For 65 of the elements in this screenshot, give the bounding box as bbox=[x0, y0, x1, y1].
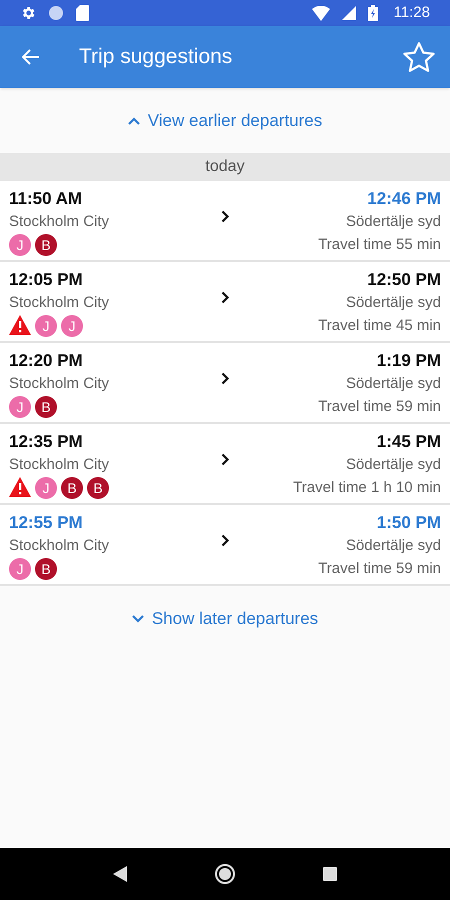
settings-icon bbox=[20, 5, 36, 21]
line-badge: J bbox=[9, 558, 31, 580]
warning-icon bbox=[9, 315, 31, 335]
departure-time: 11:50 AM bbox=[9, 188, 84, 210]
chevron-right-icon bbox=[220, 453, 230, 466]
arrival-time: 12:50 PM bbox=[367, 269, 441, 291]
travel-time: Travel time 59 min bbox=[318, 397, 441, 417]
destination-station: Södertälje syd bbox=[346, 293, 441, 313]
travel-time: Travel time 1 h 10 min bbox=[293, 478, 441, 498]
origin-station: Stockholm City bbox=[9, 536, 110, 556]
status-time: 11:28 bbox=[394, 2, 430, 23]
arrival-time: 1:45 PM bbox=[376, 431, 441, 453]
sd-card-icon bbox=[76, 5, 89, 21]
show-later-departures-link[interactable]: Show later departures bbox=[132, 606, 318, 632]
arrival-time: 1:50 PM bbox=[376, 512, 441, 534]
line-badge: B bbox=[35, 558, 57, 580]
trip-row[interactable]: 12:35 PM Stockholm City J B B 1:45 PM Södertälje syd Travel time 1 h 10 min bbox=[0, 424, 450, 505]
back-arrow-icon bbox=[22, 49, 40, 65]
line-badge: B bbox=[61, 477, 83, 499]
origin-station: Stockholm City bbox=[9, 374, 110, 394]
chevron-down-icon bbox=[132, 615, 144, 623]
arrival-time: 1:19 PM bbox=[376, 350, 441, 372]
line-badge: J bbox=[9, 234, 31, 256]
chevron-right-icon bbox=[220, 372, 230, 385]
travel-time: Travel time 45 min bbox=[318, 316, 441, 336]
screen-title: Trip suggestions bbox=[79, 44, 234, 70]
day-header: today bbox=[0, 153, 450, 181]
origin-station: Stockholm City bbox=[9, 212, 110, 232]
line-badge: J bbox=[61, 315, 83, 337]
signal-icon bbox=[342, 6, 356, 20]
trip-row[interactable]: 12:20 PM Stockholm City J B 1:19 PM Södertälje syd Travel time 59 min bbox=[0, 343, 450, 424]
departure-time: 12:35 PM bbox=[9, 431, 84, 453]
chevron-right-icon bbox=[220, 210, 230, 223]
back-nav-icon[interactable] bbox=[113, 866, 128, 882]
destination-station: Södertälje syd bbox=[346, 212, 441, 232]
sync-icon bbox=[48, 5, 64, 21]
wifi-icon bbox=[312, 6, 330, 20]
travel-time: Travel time 59 min bbox=[318, 559, 441, 579]
line-badge: J bbox=[9, 396, 31, 418]
line-badge: B bbox=[87, 477, 109, 499]
line-badge: B bbox=[35, 396, 57, 418]
origin-station: Stockholm City bbox=[9, 455, 110, 475]
line-badge: J bbox=[35, 477, 57, 499]
line-badge: J bbox=[35, 315, 57, 337]
departure-time: 12:55 PM bbox=[9, 512, 84, 534]
view-earlier-departures-link[interactable]: View earlier departures bbox=[128, 108, 322, 134]
warning-icon bbox=[9, 477, 31, 497]
chevron-right-icon bbox=[220, 534, 230, 547]
trip-row[interactable]: 11:50 AM Stockholm City J B 12:46 PM Södertälje syd Travel time 55 min bbox=[0, 181, 450, 262]
origin-station: Stockholm City bbox=[9, 293, 110, 313]
recents-nav-icon[interactable] bbox=[322, 867, 337, 881]
home-nav-icon[interactable] bbox=[214, 863, 236, 885]
travel-time: Travel time 55 min bbox=[318, 235, 441, 255]
arrival-time: 12:46 PM bbox=[367, 188, 441, 210]
destination-station: Södertälje syd bbox=[346, 536, 441, 556]
destination-station: Södertälje syd bbox=[346, 374, 441, 394]
battery-icon bbox=[368, 5, 378, 21]
trip-row[interactable]: 12:55 PM Stockholm City J B 1:50 PM Södertälje syd Travel time 59 min bbox=[0, 505, 450, 586]
departure-time: 12:20 PM bbox=[9, 350, 84, 372]
chevron-up-icon bbox=[128, 116, 140, 124]
chevron-right-icon bbox=[220, 291, 230, 304]
line-badge: B bbox=[35, 234, 57, 256]
destination-station: Södertälje syd bbox=[346, 455, 441, 475]
departure-time: 12:05 PM bbox=[9, 269, 84, 291]
trip-row[interactable]: 12:05 PM Stockholm City J J 12:50 PM Södertälje syd Travel time 45 min bbox=[0, 262, 450, 343]
